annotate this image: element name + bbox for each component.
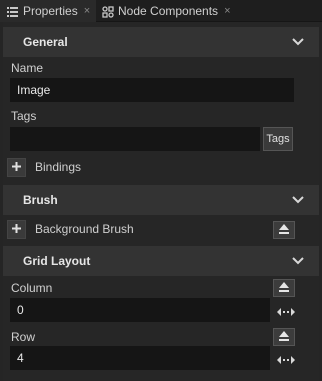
add-background-brush-button[interactable] bbox=[7, 220, 26, 239]
reset-row-button[interactable] bbox=[273, 328, 295, 346]
chevron-down-icon[interactable] bbox=[291, 254, 305, 268]
section-title-brush: Brush bbox=[23, 193, 58, 207]
reset-icon bbox=[278, 330, 290, 345]
section-header-grid-layout[interactable]: Grid Layout bbox=[3, 246, 319, 276]
plus-icon bbox=[11, 223, 22, 237]
horizontal-resize-icon[interactable] bbox=[277, 354, 295, 364]
tags-field[interactable] bbox=[10, 127, 260, 151]
close-icon[interactable]: × bbox=[84, 5, 90, 17]
plus-icon bbox=[11, 161, 22, 175]
tab-properties[interactable]: Properties × bbox=[0, 0, 96, 22]
tags-label: Tags bbox=[11, 109, 37, 123]
section-header-general[interactable]: General bbox=[3, 27, 319, 57]
row-label: Row bbox=[11, 330, 36, 344]
chevron-down-icon[interactable] bbox=[291, 193, 305, 207]
tab-node-components[interactable]: Node Components × bbox=[98, 0, 248, 22]
tab-properties-label: Properties bbox=[23, 4, 78, 18]
section-header-brush[interactable]: Brush bbox=[3, 185, 319, 215]
component-icon bbox=[102, 5, 114, 18]
row-field[interactable]: 4 bbox=[10, 346, 270, 370]
tags-button[interactable]: Tags bbox=[263, 127, 293, 151]
section-title-general: General bbox=[23, 35, 68, 49]
column-field[interactable]: 0 bbox=[10, 298, 270, 322]
reset-icon bbox=[278, 223, 290, 238]
add-binding-button[interactable] bbox=[7, 158, 26, 177]
section-title-grid-layout: Grid Layout bbox=[23, 254, 91, 268]
background-brush-label: Background Brush bbox=[35, 222, 134, 236]
column-label: Column bbox=[11, 281, 53, 295]
list-icon bbox=[7, 6, 18, 17]
name-field[interactable]: Image bbox=[10, 78, 294, 102]
bindings-label: Bindings bbox=[35, 160, 82, 174]
close-icon[interactable]: × bbox=[224, 5, 230, 17]
tab-bar: Properties × Node Components × bbox=[0, 0, 322, 22]
name-label: Name bbox=[11, 61, 44, 75]
reset-icon bbox=[278, 281, 290, 296]
horizontal-resize-icon[interactable] bbox=[277, 306, 295, 316]
tab-node-components-label: Node Components bbox=[118, 4, 219, 18]
reset-background-brush-button[interactable] bbox=[273, 221, 295, 239]
reset-column-button[interactable] bbox=[273, 279, 295, 297]
chevron-down-icon[interactable] bbox=[291, 35, 305, 49]
